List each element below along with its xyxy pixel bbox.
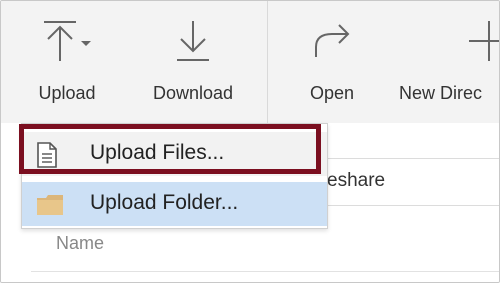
download-icon bbox=[173, 19, 213, 68]
upload-button[interactable]: Upload bbox=[23, 1, 111, 123]
open-label: Open bbox=[309, 83, 355, 103]
new-directory-label: New Direc bbox=[399, 83, 483, 103]
folder-icon bbox=[36, 194, 64, 221]
toolbar-separator bbox=[267, 1, 268, 123]
toolbar: Upload Download Open New Direc bbox=[1, 1, 499, 123]
header-divider bbox=[31, 271, 499, 272]
menu-item-label: Upload Folder... bbox=[90, 191, 239, 214]
upload-dropdown-menu: Upload Files... Upload Folder... bbox=[21, 123, 328, 229]
menu-item-label: Upload Files... bbox=[90, 141, 225, 164]
download-button[interactable]: Download bbox=[141, 1, 245, 123]
new-directory-button[interactable]: New Direc bbox=[399, 1, 499, 123]
plus-icon bbox=[467, 19, 499, 68]
menu-item-upload-folder[interactable]: Upload Folder... bbox=[22, 182, 327, 226]
open-arrow-icon bbox=[310, 19, 354, 68]
document-icon bbox=[36, 142, 58, 173]
open-button[interactable]: Open bbox=[293, 1, 371, 123]
path-text: eshare bbox=[327, 170, 386, 191]
file-share-window: Upload Download Open New Direc eshare Na… bbox=[0, 0, 500, 283]
menu-item-upload-files[interactable]: Upload Files... bbox=[22, 132, 327, 176]
upload-icon bbox=[40, 19, 94, 68]
download-label: Download bbox=[152, 83, 234, 103]
upload-label: Upload bbox=[38, 83, 96, 103]
column-header-name[interactable]: Name bbox=[56, 233, 104, 254]
